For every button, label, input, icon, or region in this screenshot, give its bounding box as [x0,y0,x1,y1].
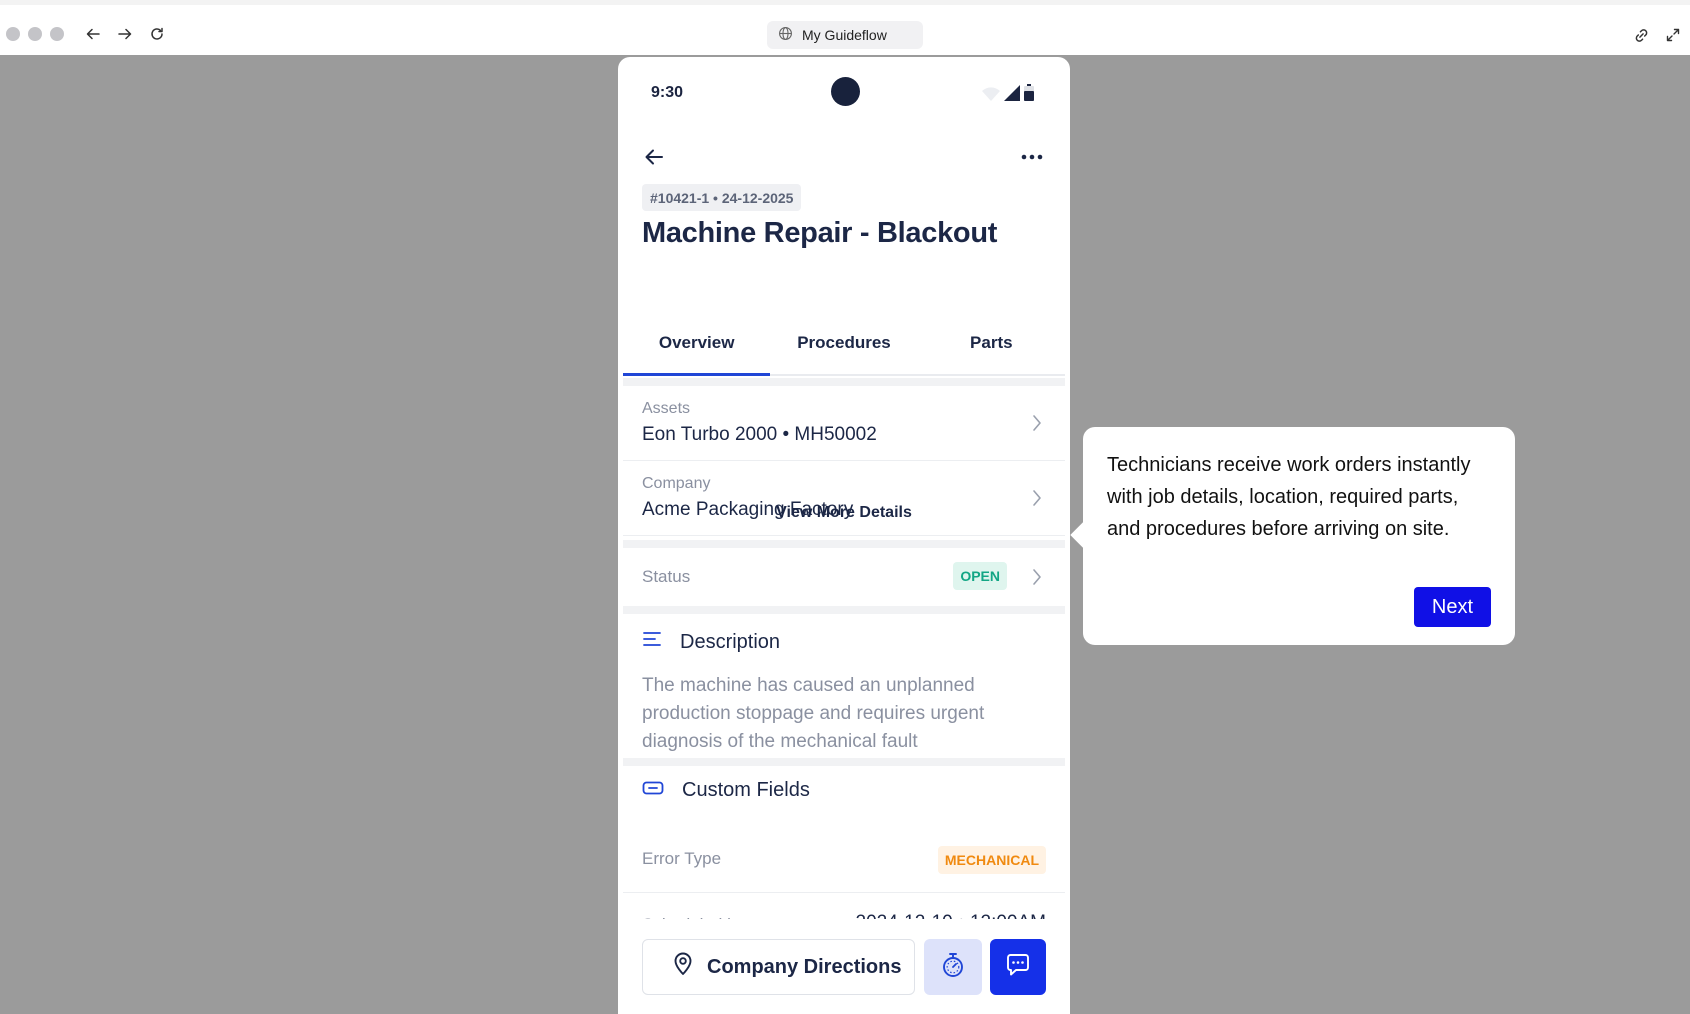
status-row[interactable]: Status OPEN [623,548,1065,606]
custom-fields-heading-label: Custom Fields [682,779,810,801]
window-maximize-dot[interactable] [50,27,64,41]
section-divider [623,606,1065,614]
chat-icon [1005,953,1031,982]
tab-overview[interactable]: Overview [623,312,771,376]
work-order-id-tag: #10421-1 • 24-12-2025 [642,184,802,211]
assets-row[interactable]: Assets Eon Turbo 2000 • MH50002 [623,386,1065,461]
signal-icon [1004,85,1020,106]
back-arrow-icon[interactable] [80,21,106,47]
phone-frame: 9:30 #10421-1 • 24-12-2025 Machine Repai… [618,57,1070,1014]
timer-button[interactable] [924,939,982,995]
window-close-dot[interactable] [6,27,20,41]
text-lines-icon [642,630,662,654]
bottom-action-bar: Company Directions [618,919,1070,1014]
status-badge: OPEN [953,562,1007,590]
more-icon[interactable] [1016,141,1048,173]
wifi-icon [982,87,1000,106]
assets-label: Assets [642,400,691,417]
chevron-right-icon [1029,413,1045,433]
guide-tooltip: Technicians receive work orders instantl… [1083,427,1515,645]
description-heading-label: Description [680,630,781,653]
chevron-right-icon [1029,567,1045,587]
custom-field-icon [642,779,664,802]
stopwatch-icon [941,952,965,983]
app-header [618,135,1070,179]
tab-bar: Overview Procedures Parts [623,312,1065,376]
section-divider [623,540,1065,548]
company-directions-button[interactable]: Company Directions [642,939,915,995]
chat-button[interactable] [990,939,1046,995]
location-pin-icon [673,952,693,982]
error-type-badge: MECHANICAL [937,846,1046,874]
next-button[interactable]: Next [1413,587,1491,627]
section-divider [623,378,1065,386]
status-bar: 9:30 [618,57,1070,127]
status-label: Status [642,567,691,586]
battery-icon [1024,84,1034,106]
description-heading: Description [642,630,780,654]
section-divider [623,758,1065,766]
window-minimize-dot[interactable] [28,27,42,41]
view-more-details-button[interactable]: View More Details [623,486,1065,540]
expand-icon[interactable] [1660,22,1686,48]
front-camera [831,77,860,106]
work-order-title: Machine Repair - Blackout [642,217,998,249]
assets-value: Eon Turbo 2000 • MH50002 [642,424,877,445]
address-bar[interactable]: My Guideflow [767,21,923,49]
tab-procedures[interactable]: Procedures [770,312,917,374]
page-title: My Guideflow [802,27,887,43]
reload-icon[interactable] [144,21,170,47]
company-directions-label: Company Directions [707,955,902,978]
error-type-label: Error Type [642,849,722,868]
status-time: 9:30 [651,84,684,101]
custom-fields-heading: Custom Fields [642,779,810,802]
description-text: The machine has caused an unplanned prod… [642,675,985,752]
forward-arrow-icon[interactable] [112,21,138,47]
globe-icon [778,26,793,44]
link-icon[interactable] [1628,22,1654,48]
back-icon[interactable] [638,141,670,173]
browser-toolbar: My Guideflow [0,0,1690,55]
tooltip-text: Technicians receive work orders instantl… [1107,454,1471,540]
tab-parts[interactable]: Parts [918,312,1065,374]
